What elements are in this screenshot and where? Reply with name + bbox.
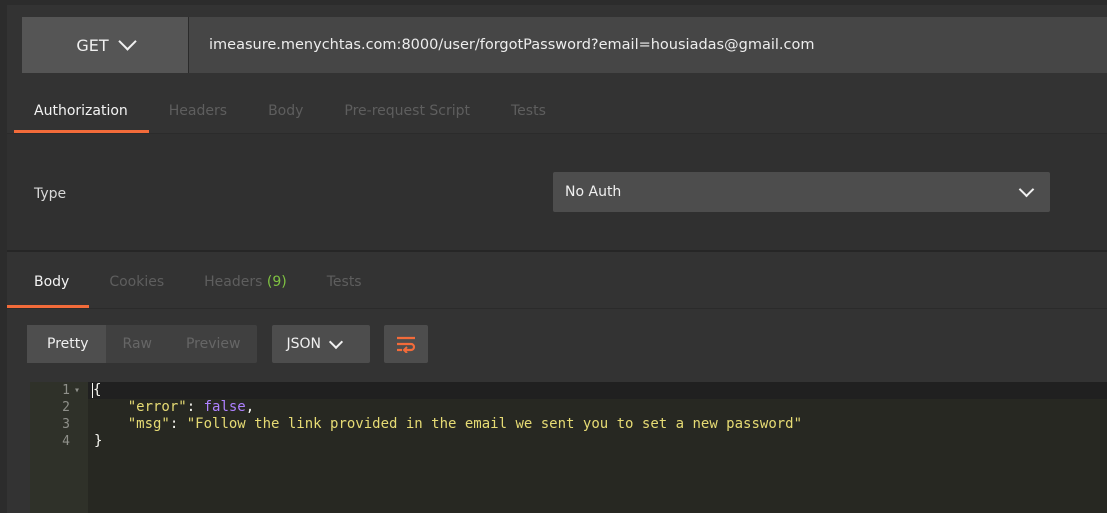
divider <box>7 250 1107 252</box>
tab-label: Body <box>268 103 304 119</box>
auth-type-value: No Auth <box>565 184 622 200</box>
fold-toggle-icon[interactable]: ▾ <box>74 382 80 399</box>
json-value: false <box>203 399 246 415</box>
tab-tests[interactable]: Tests <box>491 93 567 133</box>
auth-type-label: Type <box>34 186 67 202</box>
json-key: "msg" <box>127 416 170 432</box>
code-text: { <box>93 382 102 398</box>
code-text: } <box>94 433 103 449</box>
chevron-down-icon <box>1018 181 1035 198</box>
tab-label: Headers <box>168 103 228 119</box>
tab-authorization[interactable]: Authorization <box>14 93 149 133</box>
tab-headers[interactable]: Headers <box>149 93 248 133</box>
tab-label: Body <box>34 274 70 290</box>
tab-body[interactable]: Body <box>248 93 324 133</box>
chevron-down-icon <box>117 32 137 51</box>
mode-preview[interactable]: Preview <box>169 325 258 363</box>
json-value: "Follow the link provided in the email w… <box>186 416 803 432</box>
view-mode-switcher: Pretty Raw Preview <box>27 325 258 363</box>
request-tabs: Authorization Headers Body Pre-request S… <box>14 93 567 133</box>
divider <box>7 308 1107 309</box>
response-body-editor[interactable]: 1 ▾ { 2 "error": false, 3 "msg": "Follow… <box>30 382 1107 513</box>
tab-label: Headers <box>204 274 263 290</box>
language-label: JSON <box>286 336 321 352</box>
format-toolbar: Pretty Raw Preview JSON <box>27 325 429 363</box>
tab-label: Pre-request Script <box>344 103 470 119</box>
auth-type-select[interactable]: No Auth <box>553 172 1050 212</box>
code-line: 1 ▾ { <box>30 382 1107 399</box>
wrap-lines-icon <box>397 336 416 353</box>
code-line: 2 "error": false, <box>30 399 1107 416</box>
tab-pre-request-script[interactable]: Pre-request Script <box>324 93 491 133</box>
tab-label: Tests <box>326 274 362 290</box>
code-line: 4 } <box>30 433 1107 450</box>
tab-response-body[interactable]: Body <box>7 262 90 308</box>
wrap-lines-button[interactable] <box>384 325 429 363</box>
mode-raw[interactable]: Raw <box>106 325 169 363</box>
line-number: 2 <box>62 400 70 415</box>
headers-count-badge: (9) <box>266 274 287 290</box>
tab-label: Tests <box>511 103 546 119</box>
mode-pretty[interactable]: Pretty <box>27 325 106 363</box>
code-line: 3 "msg": "Follow the link provided in th… <box>30 416 1107 433</box>
chevron-down-icon <box>328 334 344 349</box>
json-key: "error" <box>127 399 187 415</box>
url-text: imeasure.menychtas.com:8000/user/forgotP… <box>209 37 815 53</box>
line-number: 4 <box>62 434 70 449</box>
line-number: 1 <box>62 383 70 398</box>
tab-response-tests[interactable]: Tests <box>307 262 382 308</box>
method-label: GET <box>76 35 109 55</box>
tab-cookies[interactable]: Cookies <box>89 262 184 308</box>
tab-response-headers[interactable]: Headers (9) <box>184 262 307 308</box>
response-tabs: Body Cookies Headers (9) Tests <box>7 262 382 308</box>
request-url-bar: GET imeasure.menychtas.com:8000/user/for… <box>22 17 1107 73</box>
url-input[interactable]: imeasure.menychtas.com:8000/user/forgotP… <box>189 17 1107 73</box>
line-number: 3 <box>62 417 70 432</box>
tab-label: Cookies <box>109 274 165 290</box>
tab-label: Authorization <box>34 103 128 119</box>
method-dropdown[interactable]: GET <box>22 17 188 73</box>
language-dropdown[interactable]: JSON <box>272 325 371 363</box>
